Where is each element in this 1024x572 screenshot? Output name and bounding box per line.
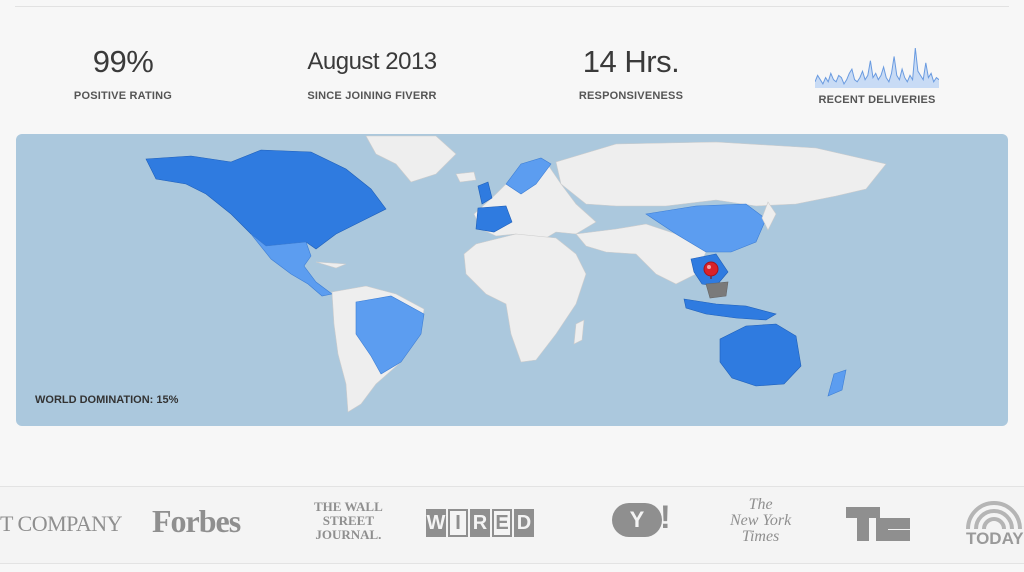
stat-label: SINCE JOINING FIVERR	[307, 90, 437, 102]
land-iceland	[455, 171, 477, 183]
stat-label: POSITIVE RATING	[73, 90, 173, 102]
new-york-times-logo: The New York Times	[730, 496, 792, 545]
land-africa	[463, 233, 587, 363]
world-map-svg	[145, 135, 887, 413]
stat-recent-deliveries: RECENT DELIVERIES	[777, 40, 977, 106]
recent-deliveries-sparkline	[815, 47, 939, 88]
land-borneo	[705, 281, 729, 299]
stats-row: 99% POSITIVE RATING August 2013 SINCE JO…	[0, 40, 1024, 110]
stat-responsiveness: 14 Hrs. RESPONSIVENESS	[531, 40, 731, 102]
today-sun-icon	[966, 501, 1022, 530]
techcrunch-icon	[846, 507, 910, 541]
land-russia	[555, 141, 887, 207]
yahoo-logo: Y!	[612, 499, 671, 537]
stat-value: 99%	[92, 44, 154, 79]
land-new-zealand	[827, 369, 847, 397]
press-logos: T COMPANY Forbes THE WALL STREET JOURNAL…	[0, 486, 1024, 564]
pin-icon	[703, 261, 719, 277]
stat-value: August 2013	[307, 48, 437, 75]
land-japan	[761, 201, 777, 231]
forbes-logo: Forbes	[152, 503, 241, 539]
land-australia	[719, 323, 802, 387]
today-show-logo: TODAY	[962, 495, 1024, 555]
world-map: WORLD DOMINATION: 15%	[16, 134, 1008, 426]
pin-highlight	[707, 265, 711, 269]
stat-positive-rating: 99% POSITIVE RATING	[23, 40, 223, 102]
sparkline-area	[815, 48, 939, 88]
land-greenland	[365, 135, 457, 183]
land-north-america	[145, 149, 387, 250]
fast-company-logo: T COMPANY	[0, 511, 123, 536]
techcrunch-logo	[846, 507, 910, 546]
land-madagascar	[573, 319, 585, 345]
land-indonesia	[683, 298, 777, 321]
stat-value: 14 Hrs.	[582, 44, 680, 79]
land-caribbean	[315, 261, 347, 269]
world-domination-caption: WORLD DOMINATION: 15%	[35, 394, 179, 406]
top-divider	[15, 6, 1009, 7]
stat-since-joining: August 2013 SINCE JOINING FIVERR	[272, 40, 472, 102]
wsj-logo: THE WALL STREET JOURNAL.	[314, 499, 383, 542]
stat-label: RECENT DELIVERIES	[818, 94, 936, 106]
wired-logo: W I R E D	[426, 509, 534, 537]
stat-label: RESPONSIVENESS	[578, 90, 684, 102]
